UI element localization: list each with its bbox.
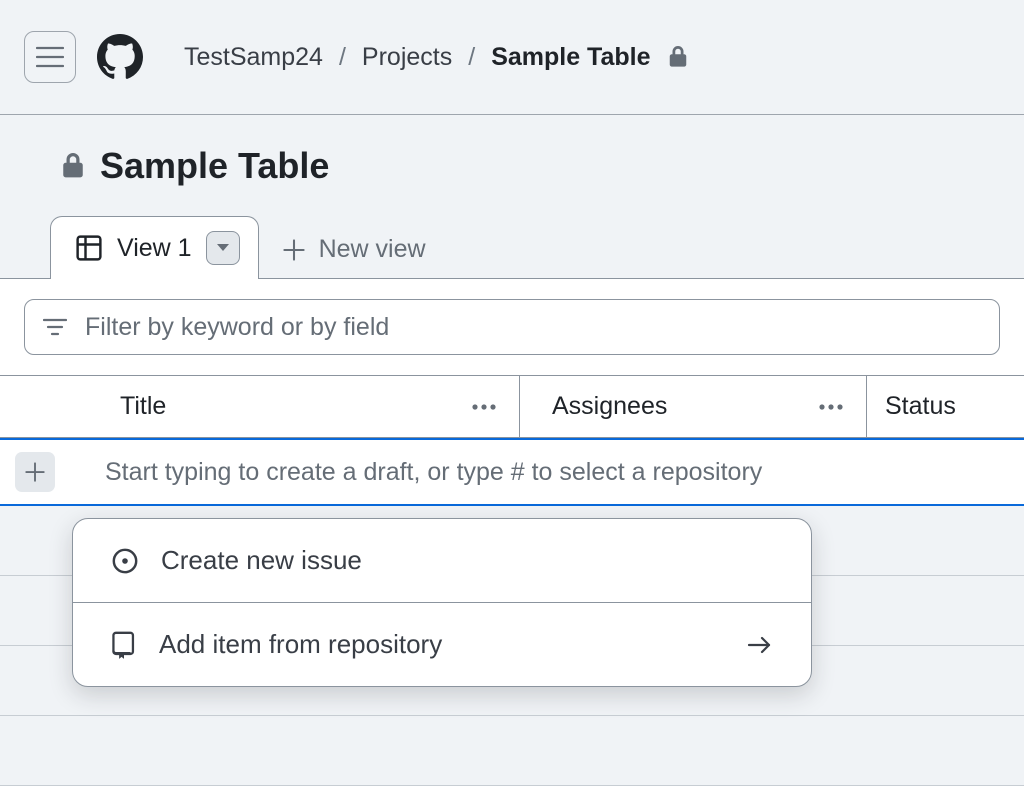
add-item-input[interactable] xyxy=(70,440,1024,504)
repo-icon xyxy=(111,630,137,660)
breadcrumb-project[interactable]: Sample Table xyxy=(491,43,650,72)
column-title-label: Title xyxy=(120,392,166,421)
filter-box[interactable] xyxy=(24,299,1000,355)
kebab-icon xyxy=(471,403,497,411)
popover-add-from-repo[interactable]: Add item from repository xyxy=(73,602,811,686)
column-assignees-label: Assignees xyxy=(552,392,667,421)
add-item-popover: Create new issue Add item from repositor… xyxy=(72,518,812,687)
breadcrumb-separator: / xyxy=(339,43,346,72)
filter-input[interactable] xyxy=(85,313,981,342)
table-icon xyxy=(75,234,103,262)
issue-icon xyxy=(111,547,139,575)
breadcrumb-section[interactable]: Projects xyxy=(362,43,452,72)
popover-create-issue[interactable]: Create new issue xyxy=(73,519,811,602)
add-item-row xyxy=(0,438,1024,506)
lock-icon xyxy=(667,46,689,68)
project-title: Sample Table xyxy=(100,145,329,187)
hamburger-menu-button[interactable] xyxy=(24,31,76,83)
popover-add-from-repo-label: Add item from repository xyxy=(159,629,442,660)
column-status[interactable]: Status xyxy=(867,376,1024,437)
filter-row xyxy=(0,279,1024,376)
column-assignees[interactable]: Assignees xyxy=(520,376,867,437)
column-assignees-menu[interactable] xyxy=(818,403,844,411)
column-title-menu[interactable] xyxy=(471,403,497,411)
breadcrumb-separator: / xyxy=(468,43,475,72)
column-title[interactable]: Title xyxy=(70,376,520,437)
table-header: Title Assignees Status xyxy=(0,376,1024,438)
arrow-right-icon xyxy=(747,635,773,655)
kebab-icon xyxy=(818,403,844,411)
tab-label: View 1 xyxy=(117,234,192,263)
app-header: TestSamp24 / Projects / Sample Table xyxy=(0,0,1024,115)
tab-view-1[interactable]: View 1 xyxy=(50,216,259,279)
filter-icon xyxy=(43,318,67,336)
new-view-label: New view xyxy=(319,235,426,264)
chevron-down-icon xyxy=(216,243,230,253)
new-view-button[interactable]: New view xyxy=(259,221,450,278)
tab-options-button[interactable] xyxy=(206,231,240,265)
project-title-row: Sample Table xyxy=(0,115,1024,197)
table-row xyxy=(0,716,1024,786)
github-logo-icon[interactable] xyxy=(96,33,144,81)
hamburger-icon xyxy=(36,46,64,68)
add-item-button[interactable] xyxy=(15,452,55,492)
plus-icon xyxy=(283,239,305,261)
column-status-label: Status xyxy=(885,392,956,421)
view-tabs: View 1 New view xyxy=(0,197,1024,279)
plus-icon xyxy=(25,462,45,482)
breadcrumb: TestSamp24 / Projects / Sample Table xyxy=(184,43,689,72)
lock-icon xyxy=(60,153,86,179)
breadcrumb-owner[interactable]: TestSamp24 xyxy=(184,43,323,72)
popover-create-issue-label: Create new issue xyxy=(161,545,362,576)
